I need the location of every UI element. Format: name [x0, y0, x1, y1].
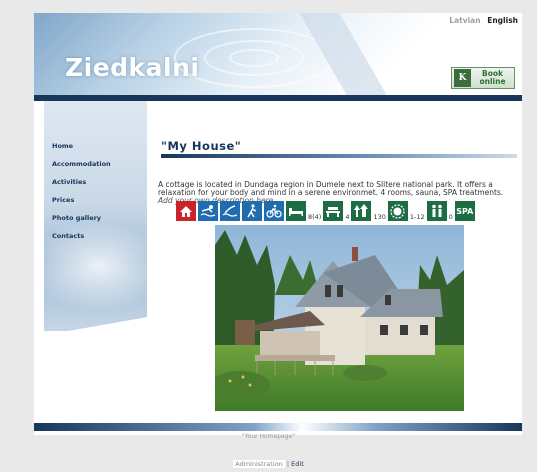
book-online-button[interactable]: K Book online	[451, 67, 515, 89]
house-photo	[215, 225, 464, 411]
description-text: A cottage is located in Dundaga region i…	[158, 180, 504, 198]
sidebar-item-activities[interactable]: Activities	[52, 177, 111, 195]
distance-count: 130	[373, 213, 386, 221]
footer-bar	[34, 423, 522, 431]
table-icon	[323, 201, 344, 221]
language-english[interactable]: English	[487, 16, 518, 25]
page-title: "My House"	[161, 139, 242, 153]
edit-link[interactable]: Edit	[291, 460, 304, 468]
people-count: 0	[448, 213, 453, 221]
site-title: Ziedkalni	[65, 53, 200, 82]
house-icon	[176, 201, 196, 221]
language-latvian[interactable]: Latvian	[449, 16, 480, 25]
footer-homepage: "Your Homepage"	[242, 433, 295, 440]
booking-logo-icon: K	[454, 69, 471, 87]
spa-icon: SPA	[454, 201, 475, 221]
book-online-label: Book online	[479, 69, 506, 86]
sidebar-item-prices[interactable]: Prices	[52, 195, 111, 213]
amenity-icons: 8(4) 4 130 1-12 0 SPA	[176, 200, 477, 221]
title-underline	[161, 154, 517, 158]
season-icon	[387, 201, 408, 221]
people-icon	[426, 201, 447, 221]
sidebar-item-accommodation[interactable]: Accommodation	[52, 159, 111, 177]
hiking-icon	[242, 201, 262, 221]
months-count: 1-12	[409, 213, 425, 221]
beds-count: 8(4)	[308, 213, 322, 221]
swimming-icon	[198, 201, 218, 221]
bed-icon	[286, 201, 306, 221]
cycling-icon	[264, 201, 284, 221]
table-count: 4	[345, 213, 350, 221]
administration-link[interactable]: Administration	[233, 460, 285, 468]
header-banner: Ziedkalni Latvian English K Book online	[34, 13, 522, 101]
sidebar: Home Accommodation Activities Prices Pho…	[44, 101, 147, 331]
boating-icon	[220, 201, 240, 221]
language-switcher: Latvian English	[449, 16, 518, 25]
sidebar-item-photo-gallery[interactable]: Photo gallery	[52, 213, 111, 231]
sidebar-menu: Home Accommodation Activities Prices Pho…	[52, 141, 111, 249]
spa-label: SPA	[456, 206, 474, 216]
admin-links: Administration | Edit	[233, 460, 304, 468]
sidebar-item-contacts[interactable]: Contacts	[52, 231, 111, 249]
sidebar-item-home[interactable]: Home	[52, 141, 111, 159]
forest-icon	[351, 201, 372, 221]
